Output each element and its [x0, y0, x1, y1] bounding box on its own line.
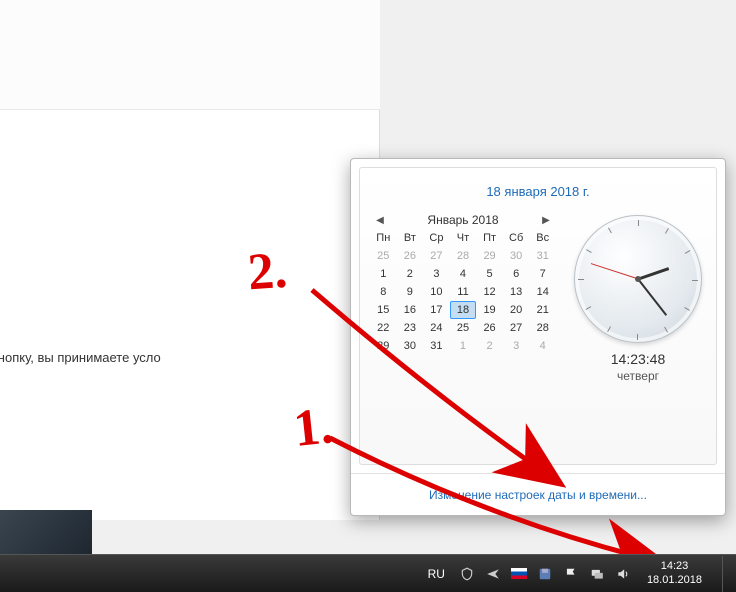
calendar-day[interactable]: 11 [450, 283, 477, 301]
calendar-day[interactable]: 27 [423, 247, 450, 265]
language-indicator[interactable]: RU [424, 567, 449, 581]
calendar-day[interactable]: 8 [370, 283, 397, 301]
calendar-day[interactable]: 1 [450, 337, 477, 355]
calendar-day[interactable]: 3 [423, 265, 450, 283]
clock-tick [665, 228, 669, 234]
calendar-dow: Сб [503, 229, 530, 247]
taskbar: RU 14:23 18.01.2018 [0, 554, 736, 592]
clock-tick [684, 307, 690, 311]
calendar-day[interactable]: 9 [397, 283, 424, 301]
calendar-month-label[interactable]: Январь 2018 [427, 213, 498, 227]
tray-clock[interactable]: 14:23 18.01.2018 [641, 560, 708, 588]
clock-tick [685, 250, 691, 254]
tray-time: 14:23 [647, 560, 702, 574]
shield-icon[interactable] [459, 566, 475, 582]
calendar-day[interactable]: 3 [503, 337, 530, 355]
clock-hour-hand [638, 267, 669, 280]
calendar: ◀ Январь 2018 ▶ ПнВтСрЧтПтСбВс2526272829… [370, 211, 556, 383]
network-icon[interactable] [589, 566, 605, 582]
calendar-prev-month[interactable]: ◀ [374, 214, 386, 226]
calendar-day[interactable]: 20 [503, 301, 530, 319]
clock-tick [638, 220, 639, 226]
analog-clock [574, 215, 702, 343]
calendar-day[interactable]: 13 [503, 283, 530, 301]
tray-date: 18.01.2018 [647, 574, 702, 588]
calendar-day[interactable]: 31 [423, 337, 450, 355]
page-header-bg [0, 0, 380, 110]
calendar-day[interactable]: 18 [450, 301, 477, 319]
calendar-day[interactable]: 30 [397, 337, 424, 355]
calendar-next-month[interactable]: ▶ [540, 214, 552, 226]
clock-tick [586, 249, 592, 253]
clock-tick [664, 327, 668, 333]
clock-tick [586, 306, 592, 310]
clock-tick [692, 280, 698, 281]
calendar-dow: Ср [423, 229, 450, 247]
calendar-dow: Пн [370, 229, 397, 247]
clock-minute-hand [637, 278, 667, 315]
calendar-day[interactable]: 28 [450, 247, 477, 265]
flag-icon[interactable] [511, 566, 527, 582]
calendar-day[interactable]: 14 [529, 283, 556, 301]
calendar-dow: Пт [476, 229, 503, 247]
calendar-day[interactable]: 4 [450, 265, 477, 283]
calendar-day[interactable]: 26 [397, 247, 424, 265]
calendar-day[interactable]: 25 [450, 319, 477, 337]
calendar-day[interactable]: 17 [423, 301, 450, 319]
datetime-popup: 18 января 2018 г. ◀ Январь 2018 ▶ ПнВтСр… [350, 158, 726, 516]
calendar-day[interactable]: 4 [529, 337, 556, 355]
calendar-dow: Чт [450, 229, 477, 247]
show-desktop-button[interactable] [722, 556, 732, 592]
calendar-day[interactable]: 7 [529, 265, 556, 283]
calendar-day[interactable]: 10 [423, 283, 450, 301]
clock-tick [578, 279, 584, 280]
calendar-day[interactable]: 22 [370, 319, 397, 337]
calendar-day[interactable]: 25 [370, 247, 397, 265]
calendar-day[interactable]: 28 [529, 319, 556, 337]
page-text-fragment: имая на кнопку, вы принимаете усло [0, 350, 161, 365]
calendar-day[interactable]: 21 [529, 301, 556, 319]
calendar-day[interactable]: 16 [397, 301, 424, 319]
clock-tick [607, 326, 611, 332]
plane-icon[interactable] [485, 566, 501, 582]
calendar-day[interactable]: 24 [423, 319, 450, 337]
calendar-dow: Вс [529, 229, 556, 247]
calendar-day[interactable]: 29 [370, 337, 397, 355]
calendar-day[interactable]: 23 [397, 319, 424, 337]
calendar-day[interactable]: 30 [503, 247, 530, 265]
calendar-day[interactable]: 29 [476, 247, 503, 265]
action-flag-icon[interactable] [563, 566, 579, 582]
taskbar-preview-thumb [0, 510, 92, 554]
calendar-day[interactable]: 15 [370, 301, 397, 319]
volume-icon[interactable] [615, 566, 631, 582]
calendar-day[interactable]: 1 [370, 265, 397, 283]
weekday-label: четверг [570, 369, 706, 383]
calendar-day[interactable]: 26 [476, 319, 503, 337]
calendar-day[interactable]: 5 [476, 265, 503, 283]
calendar-day[interactable]: 12 [476, 283, 503, 301]
calendar-day[interactable]: 6 [503, 265, 530, 283]
calendar-day[interactable]: 2 [397, 265, 424, 283]
calendar-day[interactable]: 2 [476, 337, 503, 355]
calendar-day[interactable]: 31 [529, 247, 556, 265]
clock-tick [637, 334, 638, 340]
calendar-day[interactable]: 19 [476, 301, 503, 319]
current-date-label: 18 января 2018 г. [370, 184, 706, 199]
calendar-day[interactable]: 27 [503, 319, 530, 337]
calendar-dow: Вт [397, 229, 424, 247]
clock-tick [608, 228, 612, 234]
disk-icon[interactable] [537, 566, 553, 582]
clock-second-hand [590, 263, 638, 279]
digital-time: 14:23:48 [570, 351, 706, 367]
change-datetime-settings-link[interactable]: Изменение настроек даты и времени... [429, 488, 647, 502]
